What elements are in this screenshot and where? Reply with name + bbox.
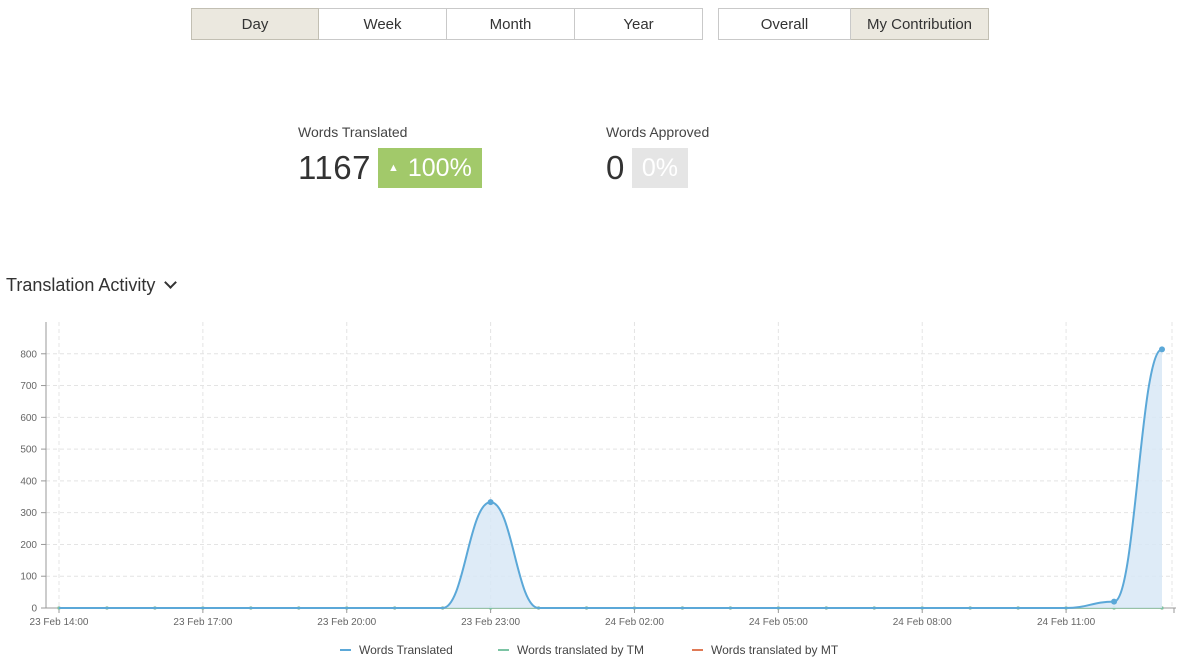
words-translated-value: 1167 (298, 149, 371, 186)
legend-label: Words translated by MT (711, 643, 839, 657)
x-tick-label: 23 Feb 20:00 (317, 617, 376, 628)
words-translated-row: 1167 ▲ 100% (298, 148, 482, 188)
words-translated-label: Words Translated (298, 124, 408, 140)
day-button[interactable]: Day (191, 8, 319, 40)
x-tick-label: 23 Feb 17:00 (173, 617, 232, 628)
x-tick-label: 24 Feb 02:00 (605, 617, 664, 628)
words-translated-change-badge: ▲ 100% (377, 148, 482, 188)
words-translated-stat: Words Translated 1167 ▲ 100% (298, 124, 482, 188)
y-tick-label: 400 (20, 476, 37, 487)
week-button[interactable]: Week (319, 8, 447, 40)
y-tick-label: 200 (20, 540, 37, 551)
my-contribution-button[interactable]: My Contribution (851, 8, 989, 40)
year-button[interactable]: Year (575, 8, 703, 40)
y-tick-label: 600 (20, 413, 37, 424)
words-approved-change-badge: 0% (631, 148, 688, 188)
series-area-words-translated (59, 349, 1162, 608)
y-tick-label: 0 (31, 604, 37, 615)
data-point (487, 499, 494, 506)
words-approved-label: Words Approved (606, 124, 710, 140)
words-translated-change: 100% (407, 153, 472, 182)
translation-activity-chart: 0 100 200 300 400 500 600 700 800 23 Feb 14:00 23 … (20, 322, 1176, 657)
x-tick-label: 23 Feb 23:00 (461, 617, 520, 628)
translation-activity-dropdown[interactable]: Translation Activity (6, 275, 178, 296)
y-tick-label: 800 (20, 349, 37, 360)
y-tick-label: 100 (20, 572, 37, 583)
y-tick-label: 500 (20, 445, 37, 456)
month-button[interactable]: Month (447, 8, 575, 40)
words-approved-change: 0% (641, 153, 678, 182)
legend-label: Words Translated (359, 643, 453, 657)
x-tick-label: 24 Feb 11:00 (1037, 617, 1096, 628)
y-tick-label: 300 (20, 508, 37, 519)
data-point (1159, 346, 1165, 353)
data-point (1111, 598, 1118, 605)
scope-selector: Overall My Contribution (718, 8, 989, 40)
period-selector: Day Week Month Year (191, 8, 703, 40)
chevron-down-icon (164, 276, 178, 289)
legend-label: Words translated by TM (517, 643, 644, 657)
x-tick-label: 24 Feb 08:00 (893, 617, 952, 628)
x-tick-label: 23 Feb 14:00 (30, 617, 89, 628)
words-approved-value: 0 (606, 149, 625, 186)
x-tick-label: 24 Feb 05:00 (749, 617, 808, 628)
series-line-words-translated (58, 348, 1163, 609)
overall-button[interactable]: Overall (718, 8, 851, 40)
translation-activity-title: Translation Activity (6, 275, 156, 295)
triangle-up-icon: ▲ (387, 162, 399, 174)
words-approved-row: 0 0% (606, 148, 709, 188)
words-approved-stat: Words Approved 0 0% (606, 124, 709, 188)
y-tick-label: 700 (20, 381, 37, 392)
